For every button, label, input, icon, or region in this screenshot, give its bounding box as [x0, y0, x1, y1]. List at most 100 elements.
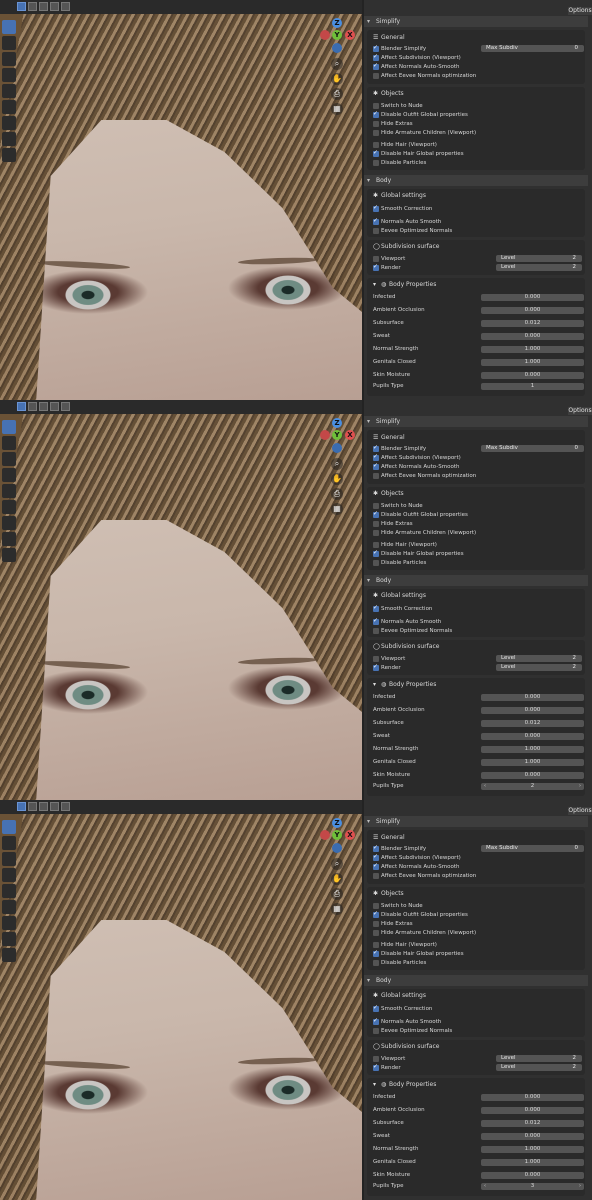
disable-outfit-row[interactable]: Disable Outfit Global properties — [373, 110, 468, 119]
body-prop-value-field[interactable]: 0.000 — [481, 372, 584, 379]
body-prop-value-field[interactable]: 1.000 — [481, 759, 584, 766]
rotate-icon[interactable]: ↻ — [2, 468, 16, 482]
hide-extras-row[interactable]: Hide Extras — [373, 120, 413, 128]
decrement-arrow-icon[interactable]: ‹ — [484, 1183, 486, 1190]
body-prop-value-field[interactable]: 1.000 — [481, 1159, 584, 1166]
disable-particles-checkbox[interactable] — [373, 159, 379, 166]
disable-particles-checkbox[interactable] — [373, 959, 379, 966]
body-prop-value-field[interactable]: 0.000 — [481, 1172, 584, 1179]
render-subdiv-row[interactable]: Render — [373, 663, 401, 672]
body-prop-value-field[interactable]: 0.012 — [481, 1120, 584, 1127]
render-level-field[interactable]: Level 2 — [496, 664, 582, 671]
objects-header[interactable]: ✱ Objects — [373, 89, 404, 98]
hide-hair-checkbox[interactable] — [373, 541, 379, 548]
scale-icon[interactable]: ⤡ — [2, 484, 16, 498]
disable-hair-row[interactable]: Disable Hair Global properties — [373, 549, 464, 558]
disable-particles-row[interactable]: Disable Particles — [373, 559, 426, 567]
body-prop-value-field[interactable]: 1.000 — [481, 746, 584, 753]
switch-to-nude-checkbox[interactable] — [373, 502, 379, 509]
disable-hair-row[interactable]: Disable Hair Global properties — [373, 949, 464, 958]
axis-z-icon[interactable]: Z — [332, 818, 342, 828]
body-prop-value-field[interactable]: 0.000 — [481, 1133, 584, 1140]
global-settings-header[interactable]: ✱ Global settings — [373, 991, 426, 1000]
select-box-icon[interactable]: ⬚ — [2, 820, 16, 834]
measure-icon[interactable]: 📐 — [2, 932, 16, 946]
options-button[interactable]: Options — [568, 807, 592, 815]
transform-icon[interactable]: ⌖ — [2, 900, 16, 914]
smooth-correction-row[interactable]: Smooth Correction — [373, 1004, 432, 1013]
affect-normals-checkbox[interactable] — [373, 62, 379, 70]
general-header[interactable]: ☰ General — [373, 33, 405, 42]
invert-select-button[interactable] — [50, 802, 59, 811]
body-prop-value-field[interactable]: 0.000 — [481, 772, 584, 779]
axis-z-icon[interactable]: Z — [332, 418, 342, 428]
add-cube-icon[interactable]: ▣ — [2, 148, 16, 162]
smooth-correction-checkbox[interactable] — [373, 204, 379, 212]
affect-eevee-checkbox[interactable] — [373, 72, 379, 79]
normals-auto-smooth-checkbox[interactable] — [373, 217, 379, 225]
transform-icon[interactable]: ⌖ — [2, 100, 16, 114]
body-prop-value-field[interactable]: 0.012 — [481, 720, 584, 727]
objects-header[interactable]: ✱ Objects — [373, 889, 404, 898]
axis-neg-x-icon[interactable] — [320, 30, 330, 40]
select-mode-button[interactable] — [17, 2, 26, 11]
hide-extras-checkbox[interactable] — [373, 920, 379, 927]
viewport-subdiv-checkbox[interactable] — [373, 1055, 379, 1062]
axis-y-icon[interactable]: Y — [332, 830, 342, 840]
disable-outfit-row[interactable]: Disable Outfit Global properties — [373, 510, 468, 519]
switch-to-nude-row[interactable]: Switch to Nude — [373, 502, 423, 510]
grid-icon[interactable]: ▦ — [331, 503, 343, 515]
body-header[interactable]: Body — [364, 175, 588, 186]
hide-extras-row[interactable]: Hide Extras — [373, 520, 413, 528]
render-subdiv-checkbox[interactable] — [373, 263, 379, 271]
normals-auto-smooth-checkbox[interactable] — [373, 1017, 379, 1025]
affect-eevee-checkbox[interactable] — [373, 872, 379, 879]
add-cube-icon[interactable]: ▣ — [2, 948, 16, 962]
body-header[interactable]: Body — [364, 575, 588, 586]
intersect-select-button[interactable] — [61, 402, 70, 411]
select-mode-button[interactable] — [17, 802, 26, 811]
body-prop-value-field[interactable]: 0.000 — [481, 307, 584, 314]
camera-icon[interactable]: ⎙ — [331, 888, 343, 900]
cursor-icon[interactable]: ⊕ — [2, 36, 16, 50]
options-button[interactable]: Options — [568, 407, 592, 415]
subdivision-header[interactable]: ◯Subdivision surface — [373, 1042, 439, 1051]
zoom-icon[interactable]: ⌕ — [331, 858, 343, 870]
transform-icon[interactable]: ⌖ — [2, 500, 16, 514]
invert-select-button[interactable] — [50, 2, 59, 11]
objects-header[interactable]: ✱ Objects — [373, 489, 404, 498]
select-box-icon[interactable]: ⬚ — [2, 20, 16, 34]
axis-neg-z-icon[interactable] — [332, 443, 342, 453]
axis-x-icon[interactable]: X — [345, 430, 355, 440]
camera-icon[interactable]: ⎙ — [331, 488, 343, 500]
hide-extras-checkbox[interactable] — [373, 120, 379, 127]
extend-select-button[interactable] — [28, 402, 37, 411]
axis-z-icon[interactable]: Z — [332, 18, 342, 28]
pan-icon[interactable]: ✋ — [331, 73, 343, 85]
hide-armature-row[interactable]: Hide Armature Children (Viewport) — [373, 929, 476, 937]
annotate-icon[interactable]: ✎ — [2, 916, 16, 930]
move-icon[interactable]: ✥ — [2, 852, 16, 866]
zoom-icon[interactable]: ⌕ — [331, 458, 343, 470]
affect-subdivision-row[interactable]: Affect Subdivision (Viewport) — [373, 53, 461, 62]
hide-extras-row[interactable]: Hide Extras — [373, 920, 413, 928]
body-prop-value-field[interactable]: 0.000 — [481, 1107, 584, 1114]
axis-neg-x-icon[interactable] — [320, 430, 330, 440]
affect-eevee-row[interactable]: Affect Eevee Normals optimization — [373, 472, 476, 480]
move-icon[interactable]: ✥ — [2, 52, 16, 66]
smooth-correction-checkbox[interactable] — [373, 604, 379, 612]
affect-subdivision-row[interactable]: Affect Subdivision (Viewport) — [373, 453, 461, 462]
disable-hair-checkbox[interactable] — [373, 149, 379, 157]
hide-hair-checkbox[interactable] — [373, 141, 379, 148]
body-prop-value-field[interactable]: 0.000 — [481, 333, 584, 340]
disable-outfit-row[interactable]: Disable Outfit Global properties — [373, 910, 468, 919]
eevee-optimized-row[interactable]: Eevee Optimized Normals — [373, 227, 452, 235]
subdivision-header[interactable]: ◯Subdivision surface — [373, 242, 439, 251]
affect-eevee-checkbox[interactable] — [373, 472, 379, 479]
body-prop-value-field[interactable]: 0.000 — [481, 694, 584, 701]
select-mode-button[interactable] — [17, 402, 26, 411]
body-prop-value-field[interactable]: 0.000 — [481, 294, 584, 301]
body-header[interactable]: Body — [364, 975, 588, 986]
subtract-select-button[interactable] — [39, 2, 48, 11]
viewport-level-field[interactable]: Level 2 — [496, 655, 582, 662]
